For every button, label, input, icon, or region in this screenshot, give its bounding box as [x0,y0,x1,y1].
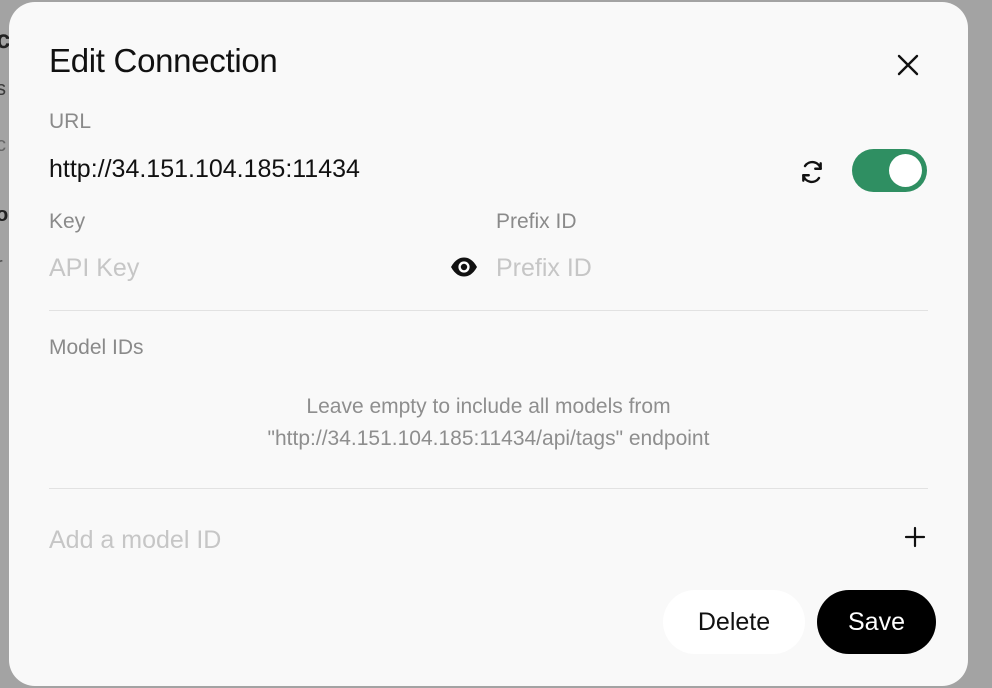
model-ids-label: Model IDs [49,336,144,359]
api-key-input[interactable] [49,251,444,285]
delete-button[interactable]: Delete [663,590,805,654]
close-icon [897,54,919,76]
save-button[interactable]: Save [817,590,936,654]
url-label: URL [49,110,92,133]
help-line-1: Leave empty to include all models from [306,395,671,418]
prefix-id-label: Prefix ID [496,210,577,233]
add-model-id-input[interactable] [49,523,869,557]
connection-enabled-toggle[interactable] [852,149,927,192]
eye-icon [451,257,477,277]
add-model-id-button[interactable] [900,522,930,552]
close-button[interactable] [892,49,924,81]
background-fragment: s [0,78,6,100]
background-fragment: c [0,134,6,156]
plus-icon [904,526,926,548]
divider [49,310,928,311]
model-ids-help-text: Leave empty to include all models from "… [49,391,928,455]
edit-connection-dialog: Edit Connection URL Key Prefix ID Model … [9,2,968,686]
background-fragment: r [0,254,3,277]
background-fragment: o [0,204,9,226]
refresh-icon [802,160,822,184]
divider [49,488,928,489]
toggle-knob [889,154,922,187]
verify-connection-button[interactable] [798,158,826,186]
key-label: Key [49,210,86,233]
dialog-title: Edit Connection [49,42,278,79]
url-input[interactable] [49,152,769,186]
help-line-2: "http://34.151.104.185:11434/api/tags" e… [267,427,710,450]
show-key-button[interactable] [449,252,479,282]
prefix-id-input[interactable] [496,251,916,285]
